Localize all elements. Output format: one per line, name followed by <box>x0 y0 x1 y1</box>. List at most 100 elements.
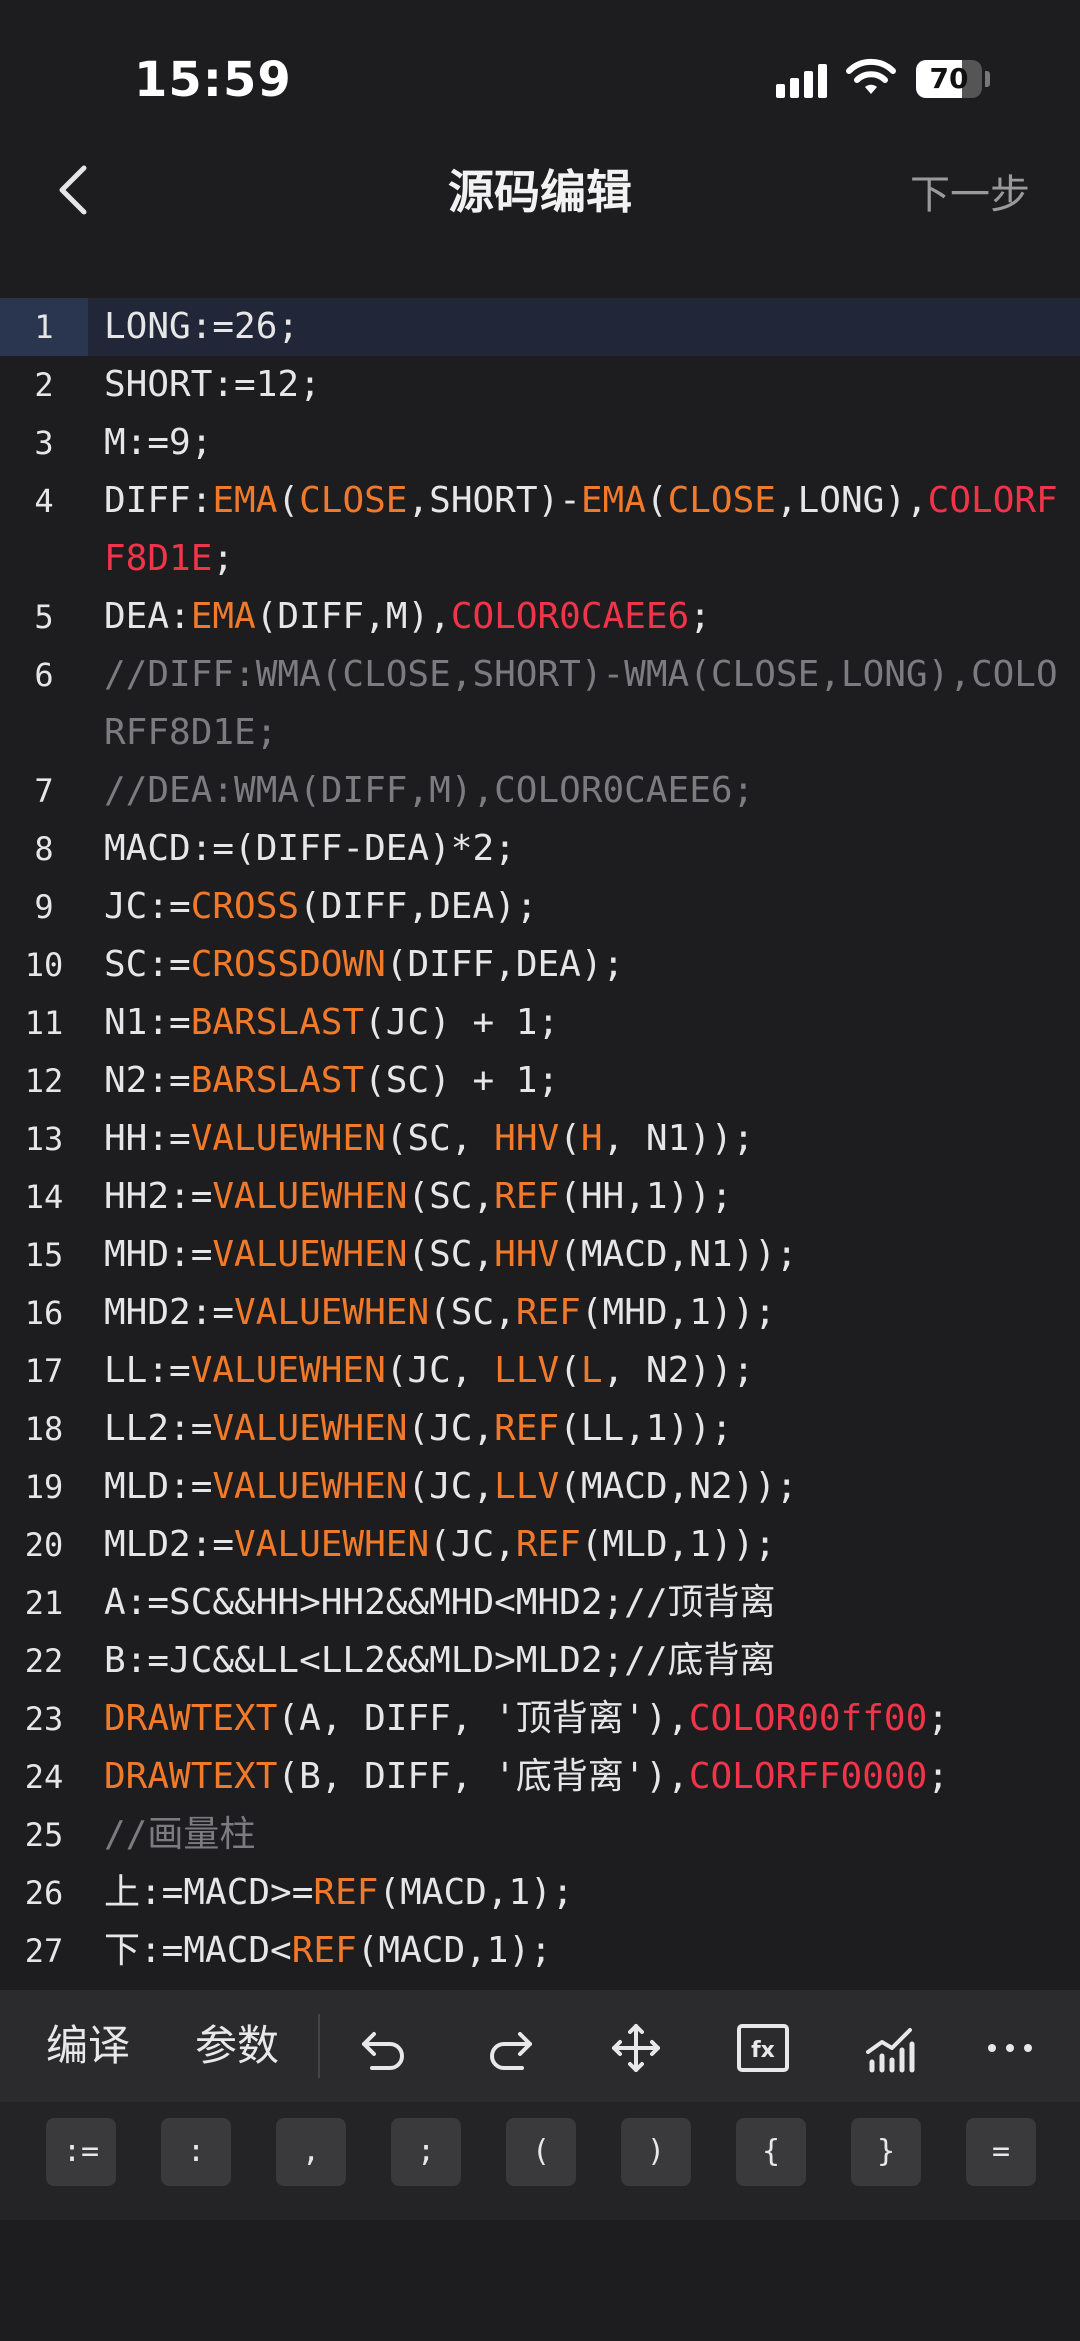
line-number: 15 <box>24 1236 64 1274</box>
code-text[interactable]: LL:=VALUEWHEN(JC, LLV(L, N2)); <box>88 1342 1080 1400</box>
params-button[interactable]: 参数 <box>195 1990 279 2102</box>
code-text[interactable]: LONG:=26; <box>88 298 1080 356</box>
code-text[interactable]: 上:=MACD>=REF(MACD,1); <box>88 1864 1080 1922</box>
battery-icon: 70 <box>916 60 982 98</box>
battery-level: 70 <box>929 62 969 95</box>
line-number: 27 <box>24 1932 64 1970</box>
key-open-brace[interactable]: { <box>736 2118 806 2186</box>
key-equals[interactable]: = <box>966 2118 1036 2186</box>
code-text[interactable]: DRAWTEXT(B, DIFF, '底背离'),COLORFF0000; <box>88 1748 1080 1806</box>
code-text[interactable]: DRAWTEXT(A, DIFF, '顶背离'),COLOR00ff00; <box>88 1690 1080 1748</box>
code-token: ,SHORT)- <box>407 480 581 521</box>
code-text[interactable]: JC:=CROSS(DIFF,DEA); <box>88 878 1080 936</box>
code-text[interactable]: MACD:=(DIFF-DEA)*2; <box>88 820 1080 878</box>
code-token: ; <box>212 538 235 579</box>
code-line[interactable]: 1 LONG:=26; <box>0 298 1080 356</box>
code-text[interactable]: 下:=MACD<REF(MACD,1); <box>88 1922 1080 1980</box>
compile-button[interactable]: 编译 <box>46 1990 130 2102</box>
code-line[interactable]: 5 DEA:EMA(DIFF,M),COLOR0CAEE6; <box>0 588 1080 646</box>
code-text[interactable]: MLD2:=VALUEWHEN(JC,REF(MLD,1)); <box>88 1516 1080 1574</box>
code-editor[interactable]: 1 LONG:=26; 2 SHORT:=12; 3 M:=9; 4 DIFF:EMA(CLO… <box>0 298 1080 1990</box>
code-text[interactable]: LL2:=VALUEWHEN(JC,REF(LL,1)); <box>88 1400 1080 1458</box>
code-text[interactable]: MHD:=VALUEWHEN(SC,HHV(MACD,N1)); <box>88 1226 1080 1284</box>
code-token: JC:= <box>104 886 191 927</box>
code-line[interactable]: 18 LL2:=VALUEWHEN(JC,REF(LL,1)); <box>0 1400 1080 1458</box>
code-line[interactable]: 13 HH:=VALUEWHEN(SC, HHV(H, N1)); <box>0 1110 1080 1168</box>
code-line[interactable]: 27 下:=MACD<REF(MACD,1); <box>0 1922 1080 1980</box>
key-assign[interactable]: := <box>46 2118 116 2186</box>
code-text[interactable]: N1:=BARSLAST(JC) + 1; <box>88 994 1080 1052</box>
code-line[interactable]: 14 HH2:=VALUEWHEN(SC,REF(HH,1)); <box>0 1168 1080 1226</box>
code-line[interactable]: 26 上:=MACD>=REF(MACD,1); <box>0 1864 1080 1922</box>
code-line[interactable]: 10 SC:=CROSSDOWN(DIFF,DEA); <box>0 936 1080 994</box>
code-text[interactable]: STICKLINE(MACD>0 AND 上, 0, MACD,5, 0) <box>88 1980 1080 1990</box>
code-text[interactable]: N2:=BARSLAST(SC) + 1; <box>88 1052 1080 1110</box>
code-text[interactable]: //DEA:WMA(DIFF,M),COLOR0CAEE6; <box>88 762 1080 820</box>
fx-icon[interactable]: fx <box>735 2020 791 2076</box>
code-line[interactable]: 16 MHD2:=VALUEWHEN(SC,REF(MHD,1)); <box>0 1284 1080 1342</box>
code-token: (JC, <box>385 1350 495 1391</box>
code-token: A:=SC&&HH>HH2&&MHD<MHD2;//顶背离 <box>104 1582 776 1623</box>
code-line[interactable]: 8 MACD:=(DIFF-DEA)*2; <box>0 820 1080 878</box>
comment-token: //画量柱 <box>104 1814 256 1855</box>
more-icon[interactable] <box>982 2020 1038 2076</box>
code-line[interactable]: 24 DRAWTEXT(B, DIFF, '底背离'),COLORFF0000; <box>0 1748 1080 1806</box>
code-token: , N2)); <box>602 1350 755 1391</box>
code-line[interactable]: 4 DIFF:EMA(CLOSE,SHORT)-EMA(CLOSE,LONG),C… <box>0 472 1080 588</box>
code-line[interactable]: 23 DRAWTEXT(A, DIFF, '顶背离'),COLOR00ff00; <box>0 1690 1080 1748</box>
code-text[interactable]: DIFF:EMA(CLOSE,SHORT)-EMA(CLOSE,LONG),CO… <box>88 472 1080 588</box>
move-icon[interactable] <box>608 2020 664 2076</box>
key-close-paren[interactable]: ) <box>621 2118 691 2186</box>
next-step-button[interactable]: 下一步 <box>910 162 1030 220</box>
code-text[interactable]: B:=JC&&LL<LL2&&MLD>MLD2;//底背离 <box>88 1632 1080 1690</box>
code-line[interactable]: 9 JC:=CROSS(DIFF,DEA); <box>0 878 1080 936</box>
redo-icon[interactable] <box>482 2020 538 2076</box>
function-token: CROSSDOWN <box>190 944 386 985</box>
code-line[interactable]: 28STICKLINE(MACD>0 AND 上, 0, MACD,5, 0) <box>0 1980 1080 1990</box>
code-text[interactable]: HH:=VALUEWHEN(SC, HHV(H, N1)); <box>88 1110 1080 1168</box>
code-text[interactable]: //画量柱 <box>88 1806 1080 1864</box>
code-text[interactable]: MHD2:=VALUEWHEN(SC,REF(MHD,1)); <box>88 1284 1080 1342</box>
chart-icon[interactable] <box>862 2020 918 2076</box>
code-token: (SC, <box>407 1234 495 1275</box>
code-token: ( <box>277 480 300 521</box>
key-close-brace[interactable]: } <box>851 2118 921 2186</box>
code-line[interactable]: 22 B:=JC&&LL<LL2&&MLD>MLD2;//底背离 <box>0 1632 1080 1690</box>
line-number: 6 <box>34 656 54 694</box>
key-open-paren[interactable]: ( <box>506 2118 576 2186</box>
code-token: (JC, <box>407 1466 495 1507</box>
wifi-icon <box>846 58 896 94</box>
code-line[interactable]: 20 MLD2:=VALUEWHEN(JC,REF(MLD,1)); <box>0 1516 1080 1574</box>
code-text[interactable]: HH2:=VALUEWHEN(SC,REF(HH,1)); <box>88 1168 1080 1226</box>
code-token: ( <box>645 480 668 521</box>
code-text[interactable]: MLD:=VALUEWHEN(JC,LLV(MACD,N2)); <box>88 1458 1080 1516</box>
code-text[interactable]: SHORT:=12; <box>88 356 1080 414</box>
code-line[interactable]: 21 A:=SC&&HH>HH2&&MHD<MHD2;//顶背离 <box>0 1574 1080 1632</box>
code-text[interactable]: DEA:EMA(DIFF,M),COLOR0CAEE6; <box>88 588 1080 646</box>
code-line[interactable]: 15 MHD:=VALUEWHEN(SC,HHV(MACD,N1)); <box>0 1226 1080 1284</box>
code-text[interactable]: M:=9; <box>88 414 1080 472</box>
undo-icon[interactable] <box>356 2020 412 2076</box>
code-line[interactable]: 12 N2:=BARSLAST(SC) + 1; <box>0 1052 1080 1110</box>
key-comma[interactable]: , <box>276 2118 346 2186</box>
key-semicolon[interactable]: ; <box>391 2118 461 2186</box>
function-token: LLV <box>494 1466 560 1507</box>
code-text[interactable]: A:=SC&&HH>HH2&&MHD<MHD2;//顶背离 <box>88 1574 1080 1632</box>
code-line[interactable]: 17 LL:=VALUEWHEN(JC, LLV(L, N2)); <box>0 1342 1080 1400</box>
code-text[interactable]: SC:=CROSSDOWN(DIFF,DEA); <box>88 936 1080 994</box>
code-line[interactable]: 11 N1:=BARSLAST(JC) + 1; <box>0 994 1080 1052</box>
line-number: 19 <box>24 1468 64 1506</box>
code-line[interactable]: 3 M:=9; <box>0 414 1080 472</box>
function-token: DRAWTEXT <box>104 1698 278 1739</box>
code-token: , N1)); <box>602 1118 755 1159</box>
line-number: 22 <box>24 1642 64 1680</box>
code-line[interactable]: 19 MLD:=VALUEWHEN(JC,LLV(MACD,N2)); <box>0 1458 1080 1516</box>
code-text[interactable]: //DIFF:WMA(CLOSE,SHORT)-WMA(CLOSE,LONG),… <box>88 646 1080 762</box>
key-colon[interactable]: : <box>161 2118 231 2186</box>
line-number: 10 <box>24 946 64 984</box>
code-line[interactable]: 6 //DIFF:WMA(CLOSE,SHORT)-WMA(CLOSE,LONG)… <box>0 646 1080 762</box>
code-line[interactable]: 2 SHORT:=12; <box>0 356 1080 414</box>
code-line[interactable]: 7 //DEA:WMA(DIFF,M),COLOR0CAEE6; <box>0 762 1080 820</box>
svg-text:fx: fx <box>751 2038 775 2063</box>
code-line[interactable]: 25 //画量柱 <box>0 1806 1080 1864</box>
